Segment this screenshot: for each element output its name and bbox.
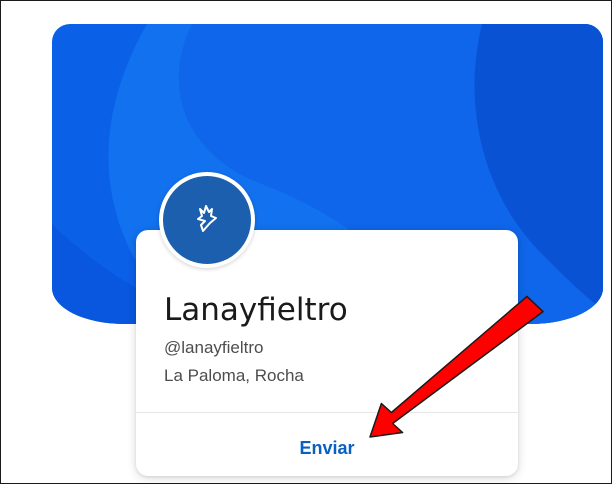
profile-location: La Paloma, Rocha [164, 366, 304, 385]
profile-avatar [159, 172, 255, 268]
card-divider [136, 412, 518, 413]
send-button[interactable]: Enviar [136, 430, 518, 466]
hand-icon [190, 201, 224, 240]
profile-handle: @lanayfieltro [164, 338, 264, 357]
profile-name: Lanayfieltro [164, 292, 348, 328]
